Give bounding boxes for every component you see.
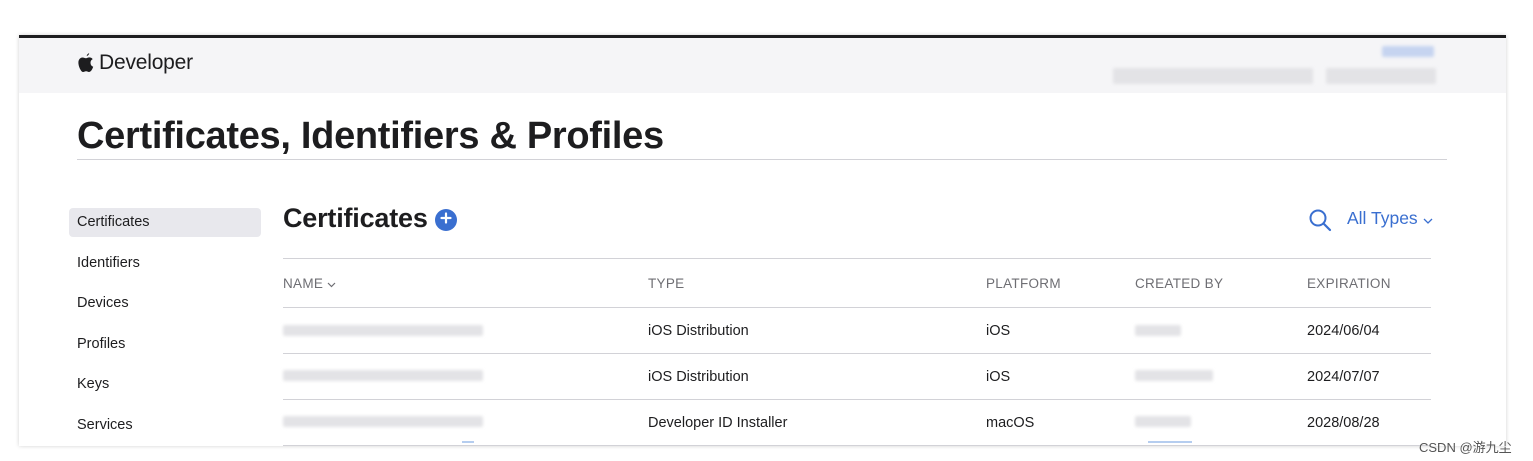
browser-window: Developer Certificates, Identifiers & Pr… xyxy=(19,35,1506,446)
account-name-redacted xyxy=(1113,68,1313,84)
certificate-name-redacted xyxy=(283,370,483,381)
type-filter-label: All Types xyxy=(1347,208,1418,228)
developer-home-link[interactable]: Developer xyxy=(77,51,193,75)
column-header-name[interactable]: NAME xyxy=(283,259,336,307)
certificate-platform: iOS xyxy=(986,322,1011,339)
created-by-redacted xyxy=(1135,370,1213,381)
sidebar: Certificates Identifiers Devices Profile… xyxy=(69,208,261,446)
sidebar-item-devices[interactable]: Devices xyxy=(69,289,261,318)
table-row[interactable]: Developer ID Installer macOS 2028/08/28 xyxy=(283,400,1431,446)
table-header-row: NAME TYPE PLATFORM CREATED BY EXPIRATION xyxy=(283,258,1431,308)
certificate-name-redacted xyxy=(283,416,483,427)
account-avatar-redacted[interactable] xyxy=(1382,46,1434,57)
certificate-platform: macOS xyxy=(986,414,1035,431)
table-row[interactable]: iOS Distribution iOS 2024/07/07 xyxy=(283,354,1431,400)
type-filter-dropdown[interactable]: All Types xyxy=(1347,208,1433,229)
plus-circle-icon xyxy=(440,211,452,229)
table-row[interactable]: iOS Distribution iOS 2024/06/04 xyxy=(283,308,1431,354)
created-by-underline-fragment xyxy=(1148,441,1192,443)
name-underline-fragment xyxy=(462,441,474,443)
created-by-redacted xyxy=(1135,325,1181,336)
section-title: Certificates xyxy=(283,203,428,233)
column-header-label: NAME xyxy=(283,275,324,291)
sidebar-item-keys[interactable]: Keys xyxy=(69,370,261,399)
brand-name: Developer xyxy=(99,51,193,74)
column-header-created-by: CREATED BY xyxy=(1135,275,1224,291)
apple-logo-icon xyxy=(77,52,95,74)
certificate-expiration: 2024/07/07 xyxy=(1307,368,1380,385)
title-divider xyxy=(77,159,1447,160)
column-header-platform: PLATFORM xyxy=(986,275,1061,291)
sidebar-item-profiles[interactable]: Profiles xyxy=(69,330,261,359)
section-header: Certificates xyxy=(283,203,457,234)
created-by-redacted xyxy=(1135,416,1191,427)
add-certificate-button[interactable] xyxy=(434,208,457,231)
certificates-table: NAME TYPE PLATFORM CREATED BY EXPIRATION… xyxy=(283,258,1431,446)
developer-nav-bar: Developer xyxy=(19,38,1506,93)
watermark-text: CSDN @游九尘 xyxy=(1419,440,1512,455)
sidebar-item-certificates[interactable]: Certificates xyxy=(69,208,261,237)
search-icon xyxy=(1308,209,1332,236)
certificate-type: iOS Distribution xyxy=(648,322,749,339)
certificate-expiration: 2024/06/04 xyxy=(1307,322,1380,339)
column-header-expiration: EXPIRATION xyxy=(1307,275,1391,291)
sidebar-item-services[interactable]: Services xyxy=(69,411,261,440)
certificate-platform: iOS xyxy=(986,368,1011,385)
certificate-type: Developer ID Installer xyxy=(648,414,788,431)
certificate-expiration: 2028/08/28 xyxy=(1307,414,1380,431)
page-title: Certificates, Identifiers & Profiles xyxy=(77,115,664,157)
search-button[interactable] xyxy=(1308,208,1332,237)
sidebar-item-identifiers[interactable]: Identifiers xyxy=(69,249,261,278)
sort-chevron-icon xyxy=(323,276,336,291)
certificate-name-redacted xyxy=(283,325,483,336)
account-team-redacted xyxy=(1326,68,1436,84)
certificate-type: iOS Distribution xyxy=(648,368,749,385)
column-header-type: TYPE xyxy=(648,275,685,291)
chevron-down-icon xyxy=(1418,208,1433,229)
